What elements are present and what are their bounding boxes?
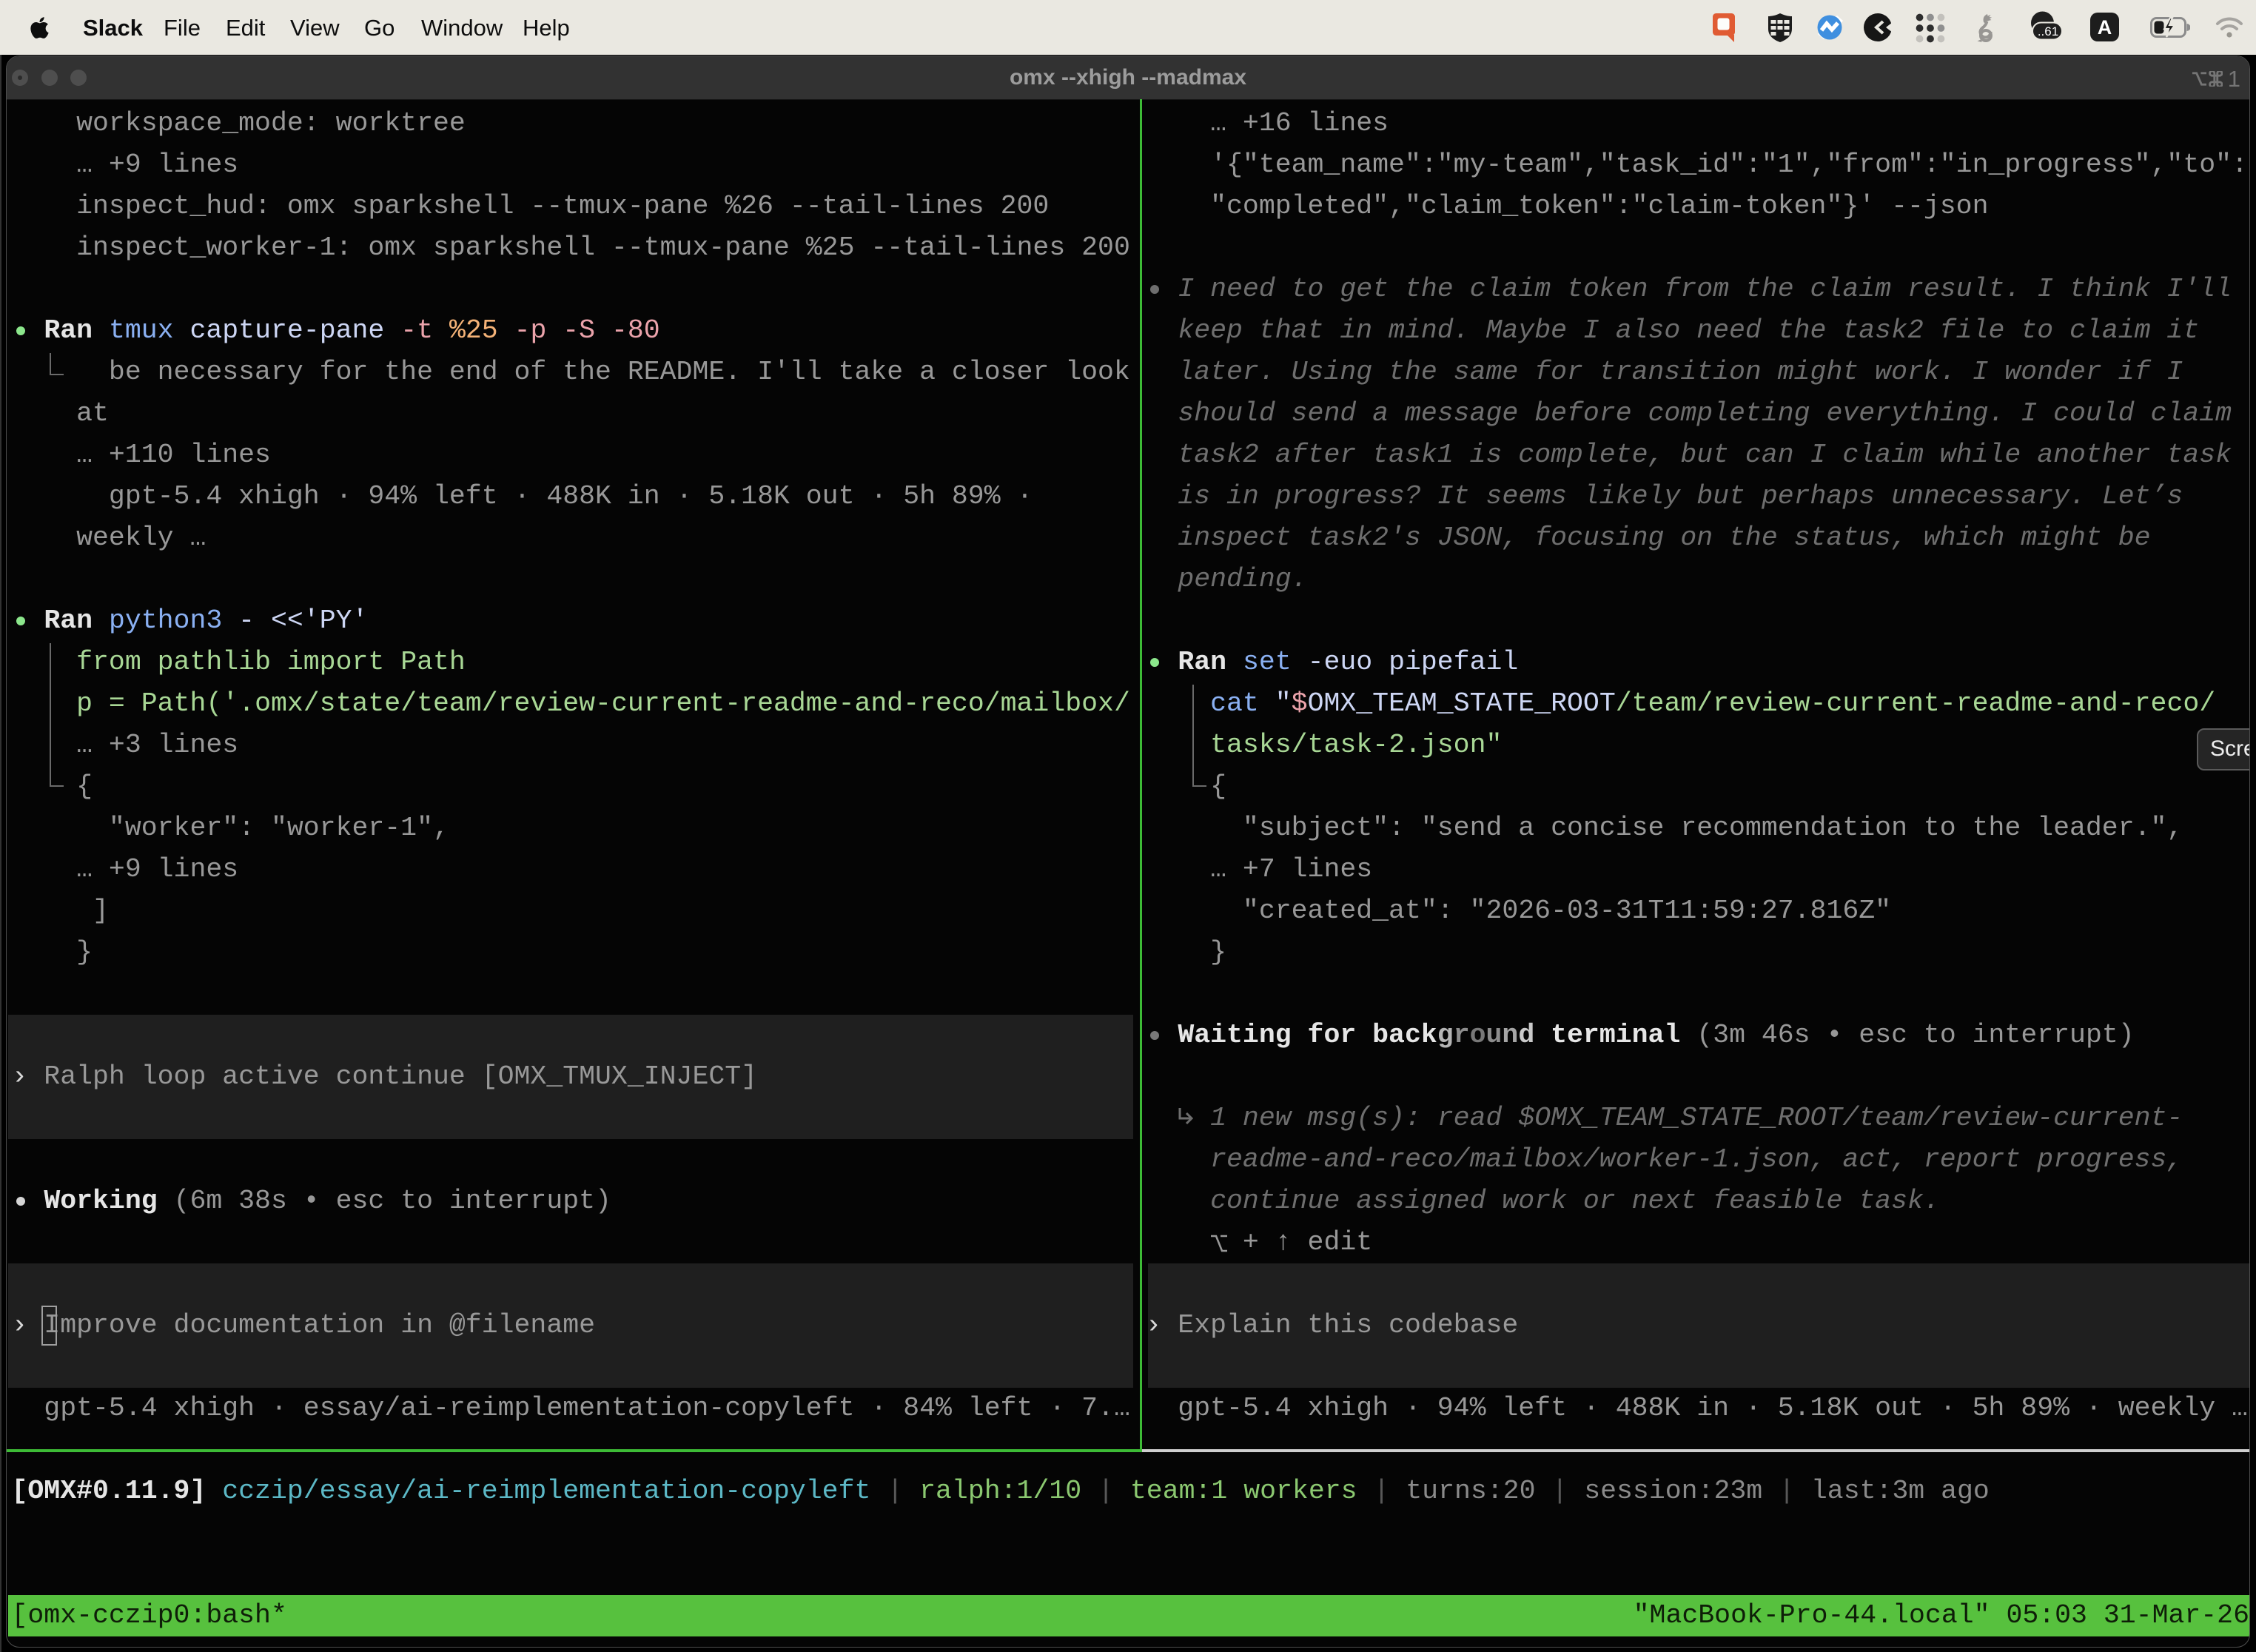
svg-text:..61: ..61 <box>2038 24 2058 38</box>
